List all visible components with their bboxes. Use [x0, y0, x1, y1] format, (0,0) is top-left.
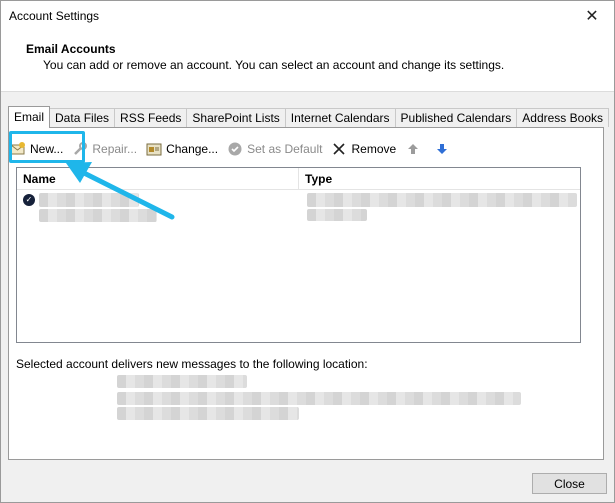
title-bar: Account Settings ✕	[1, 1, 614, 31]
column-divider[interactable]	[298, 168, 299, 189]
set-as-default-button[interactable]: Set as Default	[227, 138, 322, 160]
check-circle-icon	[227, 141, 243, 157]
arrow-up-icon	[405, 141, 421, 157]
dialog-header: Email Accounts You can add or remove an …	[1, 31, 614, 92]
tab-strip: Email Data Files RSS Feeds SharePoint Li…	[8, 106, 609, 128]
tab-published-calendars[interactable]: Published Calendars	[394, 108, 518, 127]
close-window-icon[interactable]: ✕	[570, 1, 614, 31]
tab-data-files[interactable]: Data Files	[49, 108, 116, 127]
tab-sharepoint-lists[interactable]: SharePoint Lists	[186, 108, 286, 127]
redacted-account-type	[307, 193, 577, 207]
redacted-account-email	[39, 209, 157, 222]
set-as-default-label: Set as Default	[247, 142, 323, 156]
redacted-account-type-detail	[307, 209, 367, 221]
move-up-button[interactable]	[405, 138, 425, 160]
list-header: Name Type	[17, 168, 580, 190]
default-account-check-icon: ✓	[23, 194, 35, 206]
column-header-type[interactable]: Type	[305, 172, 332, 186]
account-row[interactable]: ✓	[17, 190, 580, 224]
repair-button-label: Repair...	[92, 142, 138, 156]
redacted-location-line-2	[117, 392, 521, 405]
redacted-location-line-3	[117, 407, 299, 420]
move-down-button[interactable]	[434, 138, 454, 160]
window-title: Account Settings	[9, 9, 100, 23]
new-button-highlight	[9, 131, 85, 163]
tab-email[interactable]: Email	[8, 106, 51, 128]
location-note: Selected account delivers new messages t…	[16, 357, 368, 371]
column-header-name[interactable]: Name	[23, 172, 56, 186]
header-title: Email Accounts	[26, 42, 116, 56]
header-subtitle: You can add or remove an account. You ca…	[43, 58, 505, 72]
tab-internet-calendars[interactable]: Internet Calendars	[284, 108, 396, 127]
tab-rss-feeds[interactable]: RSS Feeds	[114, 108, 188, 127]
remove-button-label: Remove	[351, 142, 397, 156]
redacted-location-line-1	[117, 375, 247, 388]
arrow-down-icon	[434, 141, 450, 157]
remove-button[interactable]: Remove	[331, 138, 396, 160]
redacted-account-name	[39, 193, 139, 207]
close-x-icon	[331, 141, 347, 157]
change-button[interactable]: Change...	[146, 138, 218, 160]
tab-address-books[interactable]: Address Books	[516, 108, 609, 127]
account-list[interactable]: Name Type ✓	[16, 167, 581, 343]
close-button[interactable]: Close	[532, 473, 607, 494]
change-button-label: Change...	[166, 142, 219, 156]
change-account-icon	[146, 141, 162, 157]
